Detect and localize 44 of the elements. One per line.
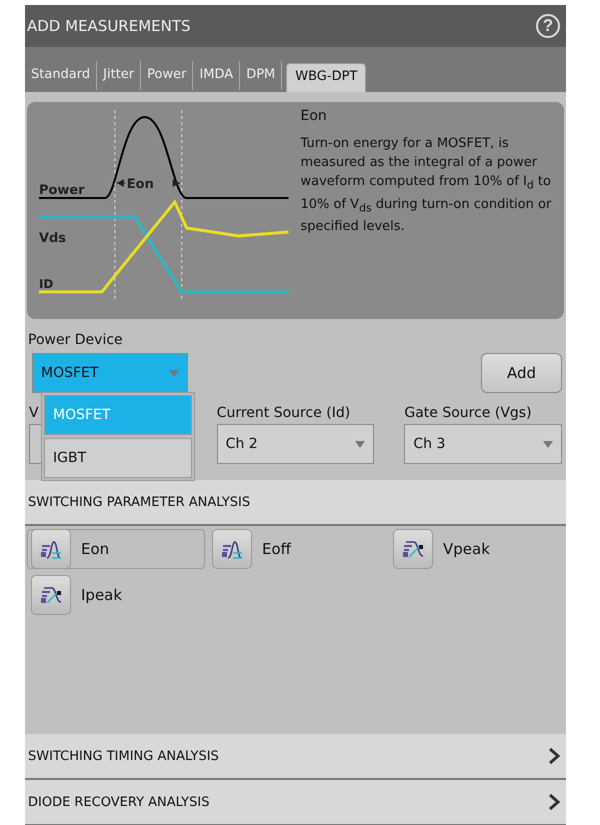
measurement-item[interactable]: Vpeak (389, 529, 566, 569)
field-label: Power Device (28, 332, 124, 348)
measurement-icon-button[interactable] (31, 529, 71, 569)
measurement-icon-button[interactable] (31, 575, 71, 615)
measurement-label: Ipeak (81, 586, 122, 604)
waveform-label: Power (38, 183, 85, 198)
chevron-icon (548, 794, 560, 810)
measurement-label: Vpeak (443, 540, 490, 558)
measurement-item[interactable]: Eoff (208, 529, 386, 569)
info-description: Turn-on energy for a MOSFET, is measured as the integral of a power waveform computed from 10% of I$_{d}$ to 10% of V$_{ds}$ during turn-on condition or specified levels. (300, 135, 552, 236)
tab[interactable]: Standard (29, 61, 98, 90)
tab[interactable]: Jitter (101, 61, 142, 90)
section-header[interactable]: SWITCHING TIMING ANALYSIS (25, 734, 566, 780)
waveform-label: Vds (38, 230, 66, 246)
section-header[interactable]: SWITCHING PARAMETER ANALYSIS (25, 480, 566, 526)
tab[interactable]: WBG-DPT (286, 63, 366, 92)
field-label: Gate Source (Vgs) (404, 405, 532, 421)
measurement-icon-button[interactable] (212, 529, 252, 569)
tab[interactable]: DPM (244, 61, 282, 90)
span-arrow (116, 179, 180, 188)
measurement-label: Eoff (262, 540, 291, 558)
field-label: Current Source (Id) (216, 405, 350, 421)
field-label: V (29, 405, 39, 421)
help-button[interactable]: ? (536, 14, 560, 38)
span-label: Eon (126, 177, 154, 192)
measurement-label: Eon (81, 540, 110, 558)
power-device-dropdown[interactable]: MOSFET (32, 353, 188, 393)
measurement-item[interactable]: Ipeak (27, 575, 205, 615)
dropdown-option[interactable]: IGBT (44, 438, 192, 478)
caret-icon (169, 370, 179, 376)
info-title: Eon (300, 108, 328, 124)
measurement-icon-button[interactable] (393, 529, 433, 569)
add-button[interactable]: Add (481, 353, 562, 393)
caret-icon (355, 440, 366, 448)
section-header[interactable]: DIODE RECOVERY ANALYSIS (25, 780, 566, 825)
measurement-item[interactable]: Eon (27, 529, 205, 569)
waveform-label: ID (38, 276, 54, 291)
source-dropdown[interactable]: Ch 2 (216, 424, 374, 464)
source-dropdown[interactable]: Ch 3 (404, 424, 562, 464)
tab[interactable]: IMDA (197, 61, 240, 90)
chevron-icon (548, 748, 560, 764)
window-title: ADD MEASUREMENTS (27, 17, 191, 35)
tab[interactable]: Power (145, 61, 194, 90)
caret-icon (543, 440, 554, 448)
